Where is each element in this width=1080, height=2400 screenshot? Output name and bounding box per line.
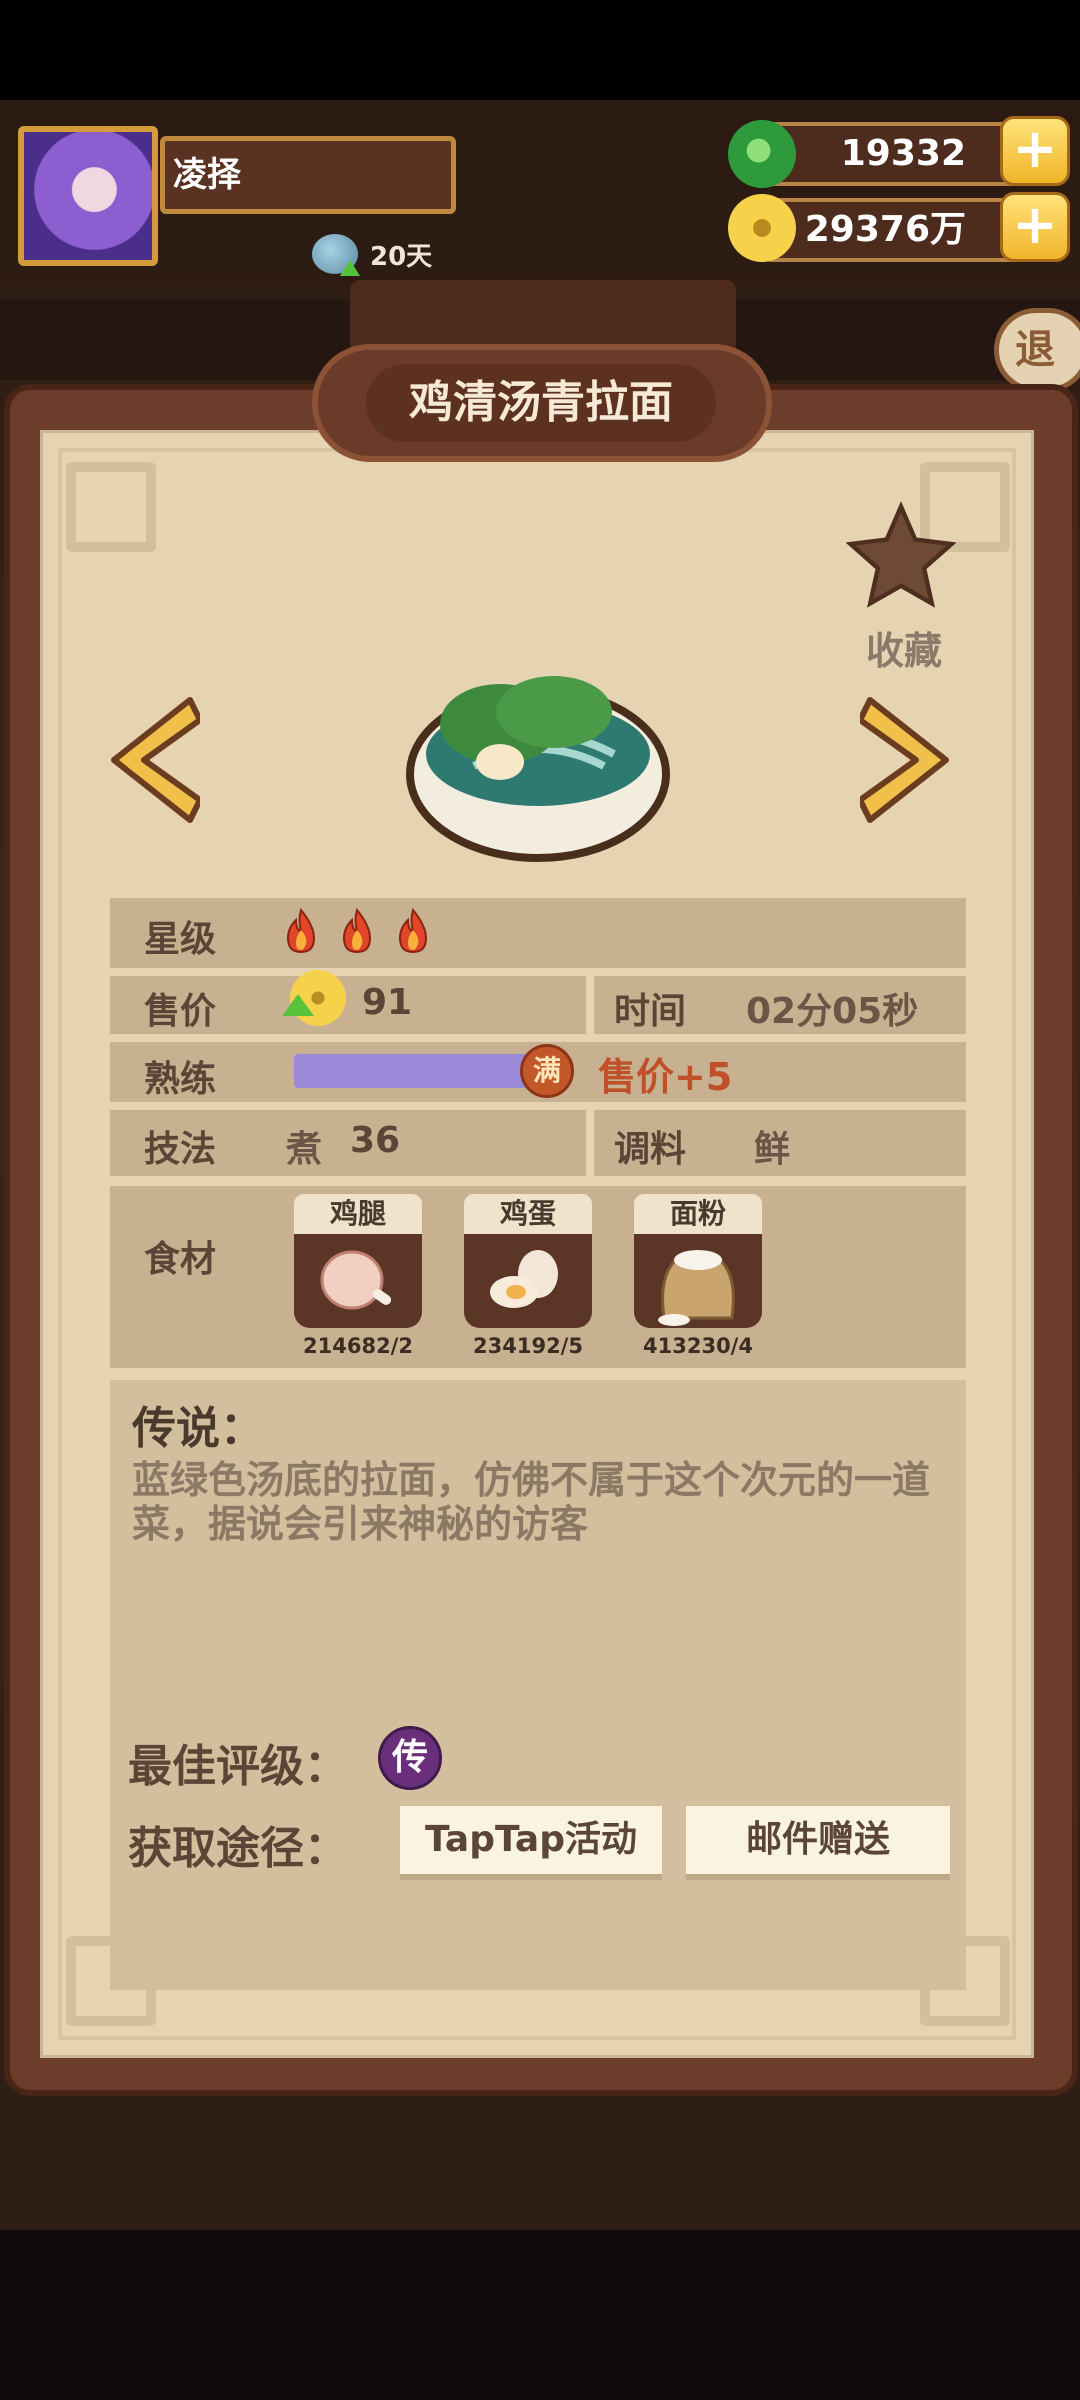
price-label: 售价 — [144, 991, 217, 1032]
time-label: 时间 — [614, 991, 687, 1032]
ingredient-count: 214682/2 — [303, 1334, 413, 1358]
technique-row: 技法 煮 36 — [110, 1110, 586, 1176]
ingredient-name: 鸡腿 — [294, 1194, 422, 1234]
next-arrow-icon[interactable] — [860, 690, 956, 830]
avatar[interactable] — [18, 126, 158, 266]
ingredient-slot — [294, 1234, 422, 1328]
days-indicator: 20天 — [312, 232, 432, 276]
coin-icon — [728, 194, 796, 262]
player-name: 凌择 — [160, 136, 456, 214]
exit-button[interactable]: 退 — [994, 308, 1080, 392]
proficiency-label: 熟练 — [144, 1059, 217, 1100]
source-label: 获取途径： — [128, 1823, 348, 1874]
ingredient-flour[interactable]: 面粉 413230/4 — [634, 1194, 762, 1358]
status-bar — [0, 0, 1080, 100]
ingredients-label: 食材 — [144, 1239, 217, 1280]
ingredient-name: 鸡蛋 — [464, 1194, 592, 1234]
seasoning-row: 调料 鲜 — [594, 1110, 966, 1176]
price-value: 91 — [362, 982, 413, 1023]
favorite-star-icon[interactable] — [846, 500, 956, 610]
proficiency-bonus: 售价+5 — [598, 1055, 733, 1099]
ingredient-chicken-leg[interactable]: 鸡腿 214682/2 — [294, 1194, 422, 1358]
add-coin-button[interactable]: + — [1000, 192, 1070, 262]
technique-label: 技法 — [144, 1129, 217, 1170]
jade-icon — [728, 120, 796, 188]
proficiency-bar-fill — [294, 1054, 530, 1088]
star-level-label: 星级 — [144, 919, 217, 960]
background-floor — [0, 2230, 1080, 2400]
price-up-icon — [282, 994, 314, 1016]
corner-ornament — [66, 462, 156, 552]
level-up-icon — [312, 234, 360, 276]
legend-text: 蓝绿色汤底的拉面，仿佛不属于这个次元的一道菜，据说会引来神秘的访客 — [132, 1458, 931, 1546]
ingredients-row: 食材 鸡腿 214682/2 鸡蛋 234192/5 面粉 413230/4 — [110, 1186, 966, 1368]
source-taptap-button[interactable]: TapTap活动 — [400, 1806, 662, 1874]
seasoning-label: 调料 — [614, 1129, 687, 1170]
previous-arrow-icon[interactable] — [104, 690, 200, 830]
flour-sack-icon — [658, 1250, 735, 1326]
legend-title: 传说： — [132, 1403, 264, 1454]
proficiency-max-badge: 满 — [520, 1044, 574, 1098]
add-jade-button[interactable]: + — [1000, 116, 1070, 186]
star-level-row: 星级 — [110, 898, 966, 968]
ingredient-slot — [464, 1234, 592, 1328]
best-rating-badge: 传 — [378, 1726, 442, 1790]
flame-icon — [286, 908, 316, 954]
ingredient-slot — [634, 1234, 762, 1328]
days-value: 20天 — [370, 241, 433, 272]
best-rating-label: 最佳评级： — [128, 1741, 348, 1792]
dish-image — [406, 676, 670, 862]
ingredient-count: 234192/5 — [473, 1334, 583, 1358]
egg-icon — [490, 1250, 558, 1308]
chicken-leg-icon — [320, 1250, 392, 1310]
flame-icon — [342, 908, 372, 954]
seasoning-value: 鲜 — [754, 1129, 791, 1170]
ingredient-count: 413230/4 — [643, 1334, 753, 1358]
flame-icon — [398, 908, 428, 954]
star-level-flames — [284, 908, 430, 954]
time-row: 时间 02分05秒 — [594, 976, 966, 1034]
technique-name: 煮 — [286, 1129, 323, 1170]
source-mail-button[interactable]: 邮件赠送 — [686, 1806, 950, 1874]
ingredient-egg[interactable]: 鸡蛋 234192/5 — [464, 1194, 592, 1358]
technique-value: 36 — [350, 1120, 401, 1161]
time-value: 02分05秒 — [746, 991, 919, 1032]
favorite-label[interactable]: 收藏 — [846, 620, 962, 675]
dish-title: 鸡清汤青拉面 — [366, 364, 716, 442]
price-row: 售价 91 — [110, 970, 586, 1034]
ingredient-name: 面粉 — [634, 1194, 762, 1234]
